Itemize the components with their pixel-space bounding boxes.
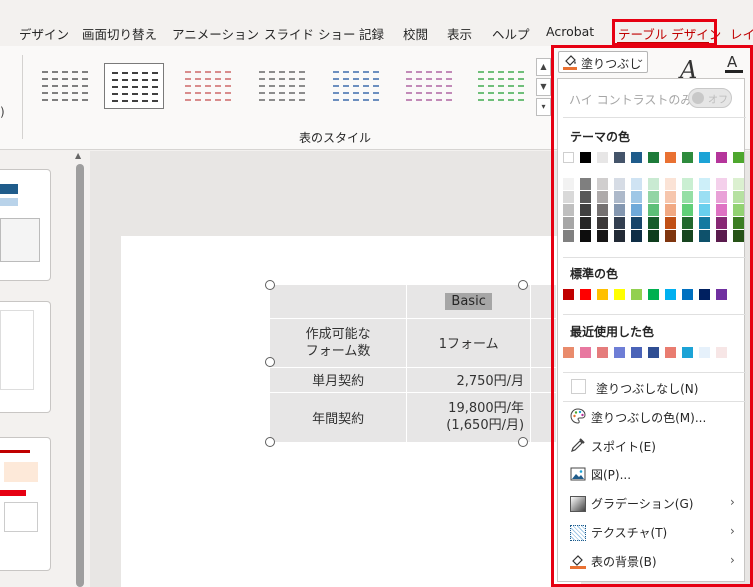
tab-animations[interactable]: アニメーション — [172, 24, 259, 43]
resize-handle[interactable] — [265, 280, 275, 290]
gallery-scrollbar: ▲ ▼ ▾ — [536, 58, 551, 118]
table-cell[interactable] — [270, 285, 408, 319]
tab-layout-partial[interactable]: レイ — [730, 24, 753, 43]
tab-record[interactable]: 記録 — [359, 24, 384, 43]
thumbnail-scrollbar[interactable]: ▲ — [74, 151, 86, 587]
scroll-thumb[interactable] — [76, 164, 84, 587]
tab-view[interactable]: 表示 — [447, 24, 472, 43]
table-style-thumb[interactable] — [326, 63, 386, 109]
table-cell[interactable]: 年間契約 — [270, 392, 408, 443]
table-cell[interactable]: 単月契約 — [270, 367, 408, 393]
table-cell[interactable]: 作成可能な フォーム数 — [270, 318, 408, 368]
tab-highlight-box — [612, 19, 717, 46]
scroll-up-icon[interactable]: ▲ — [75, 151, 81, 160]
table-cell[interactable]: 1フォーム — [406, 318, 532, 368]
resize-handle[interactable] — [265, 437, 275, 447]
table-row: 作成可能な フォーム数 1フォーム — [270, 318, 557, 368]
tab-slide-show[interactable]: スライド ショー — [264, 24, 355, 43]
table-style-thumb-selected[interactable] — [104, 63, 164, 109]
slide-thumbnail[interactable] — [0, 301, 51, 413]
table-styles-group-label: 表のスタイル — [298, 131, 371, 145]
resize-handle[interactable] — [518, 437, 528, 447]
gallery-down-button[interactable]: ▼ — [536, 78, 551, 96]
tab-review[interactable]: 校閲 — [403, 24, 428, 43]
table-style-thumb[interactable] — [471, 63, 531, 109]
gallery-up-button[interactable]: ▲ — [536, 58, 551, 76]
header-text-selected: Basic — [445, 292, 492, 310]
tab-help[interactable]: ヘルプ — [492, 24, 530, 43]
table-cell[interactable]: 19,800円/年 (1,650円/月) — [406, 392, 532, 443]
table-row: Basic — [270, 285, 557, 319]
tab-acrobat[interactable]: Acrobat — [546, 24, 594, 39]
selected-table[interactable]: Basic 作成可能な フォーム数 1フォーム 単月契約 2,750円/月 年間… — [270, 285, 557, 443]
table-style-thumb[interactable] — [178, 63, 238, 109]
slide-thumbnail-pane — [0, 151, 68, 587]
pricing-table[interactable]: Basic 作成可能な フォーム数 1フォーム 単月契約 2,750円/月 年間… — [270, 285, 557, 443]
left-edge-text: ) — [0, 105, 5, 119]
table-row: 年間契約 19,800円/年 (1,650円/月) — [270, 392, 557, 443]
table-style-thumb[interactable] — [35, 63, 95, 109]
group-separator — [22, 55, 23, 139]
table-style-thumb[interactable] — [252, 63, 312, 109]
gallery-more-button[interactable]: ▾ — [536, 98, 551, 116]
resize-handle[interactable] — [265, 357, 275, 367]
slide-thumbnail[interactable] — [0, 169, 51, 281]
slide-thumbnail[interactable] — [0, 437, 51, 571]
dropdown-highlight-box — [551, 45, 753, 587]
table-row: 単月契約 2,750円/月 — [270, 367, 557, 393]
resize-handle[interactable] — [518, 280, 528, 290]
tab-transitions[interactable]: 画面切り替え — [82, 24, 157, 43]
table-cell[interactable]: 2,750円/月 — [406, 367, 532, 393]
table-cell-header[interactable]: Basic — [406, 285, 532, 319]
table-styles-gallery — [29, 57, 538, 120]
table-style-thumb[interactable] — [399, 63, 459, 109]
tab-design[interactable]: デザイン — [19, 24, 69, 43]
